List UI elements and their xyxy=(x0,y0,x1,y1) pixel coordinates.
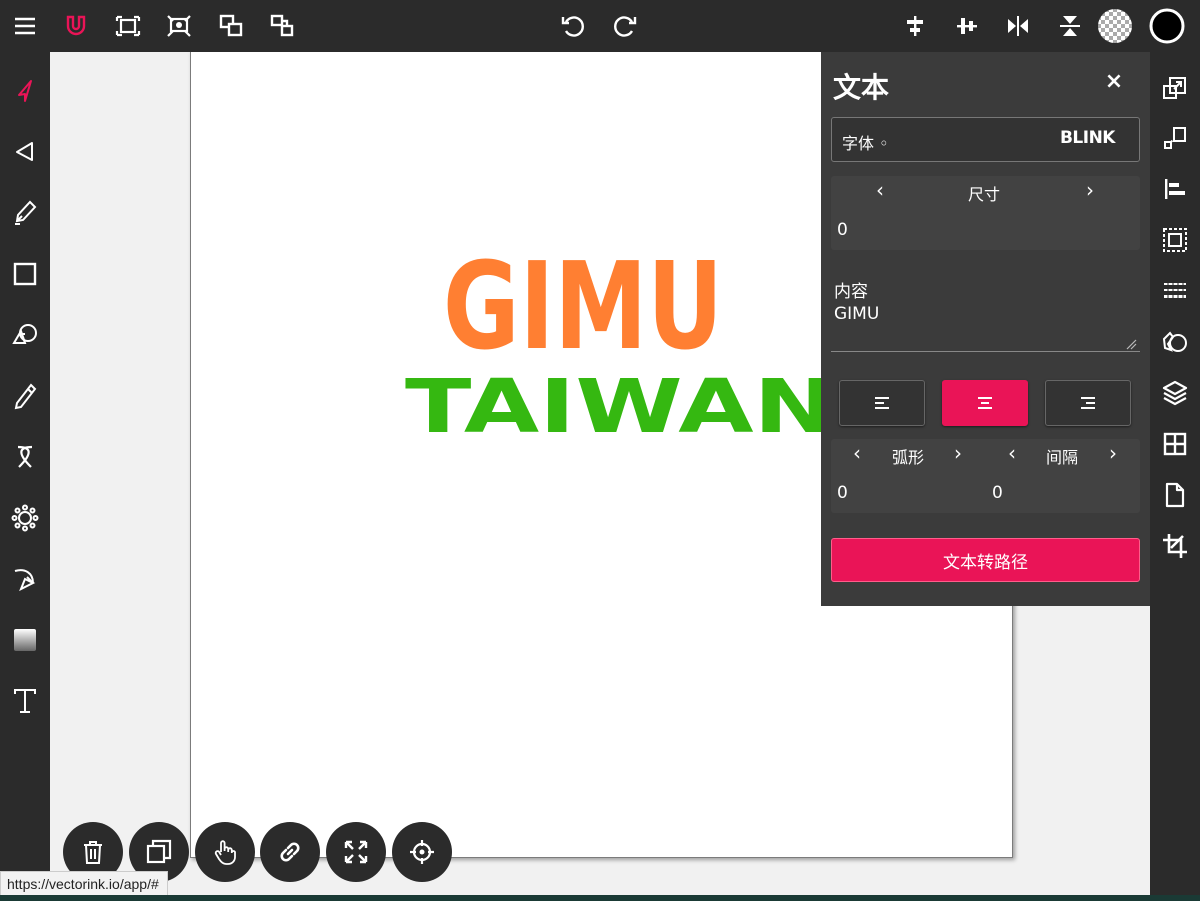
close-icon[interactable]: × xyxy=(1101,68,1127,94)
top-toolbar xyxy=(0,0,1200,52)
align-left-button[interactable] xyxy=(839,380,925,426)
trash-icon xyxy=(84,841,102,864)
size-value[interactable]: 0 xyxy=(837,220,848,240)
align-right-button[interactable] xyxy=(1045,380,1131,426)
pan-button[interactable] xyxy=(195,822,255,882)
hand-icon xyxy=(214,840,236,865)
target-icon xyxy=(410,840,434,864)
undo-icon[interactable] xyxy=(554,7,592,45)
transform-panel-icon[interactable] xyxy=(1157,120,1193,156)
stroke-color-icon[interactable] xyxy=(1148,7,1186,45)
arrange-icon[interactable] xyxy=(263,7,301,45)
arc-value[interactable]: 0 xyxy=(837,483,848,503)
fit-button[interactable] xyxy=(326,822,386,882)
flip-horizontal-icon[interactable] xyxy=(999,7,1037,45)
align-left-icon xyxy=(875,397,889,409)
effects-panel-icon[interactable] xyxy=(1157,324,1193,360)
bring-forward-icon[interactable] xyxy=(212,7,250,45)
spacing-label: 间隔 xyxy=(1046,448,1079,467)
zoom-fit-icon[interactable] xyxy=(160,7,198,45)
expand-icon xyxy=(344,840,368,864)
align-panel-icon[interactable] xyxy=(1157,171,1193,207)
font-label: 字体 ◦ xyxy=(842,134,889,153)
right-toolbar xyxy=(1150,52,1200,901)
grid-panel-icon[interactable] xyxy=(1157,426,1193,462)
rectangle-tool-icon[interactable] xyxy=(6,255,44,293)
shape-tool-icon[interactable] xyxy=(6,316,44,354)
font-value: BLINK xyxy=(1059,128,1116,148)
crop-panel-icon[interactable] xyxy=(1157,528,1193,564)
duplicate-panel-icon[interactable] xyxy=(1157,70,1193,106)
pencil-tool-icon[interactable] xyxy=(6,377,44,415)
text-tool-icon[interactable] xyxy=(6,682,44,720)
align-vertical-center-icon[interactable] xyxy=(948,7,986,45)
pattern-panel-icon[interactable] xyxy=(1157,273,1193,309)
taskbar-strip xyxy=(0,895,1200,901)
size-decrease-icon[interactable]: ‹ xyxy=(870,178,890,202)
direct-select-tool-icon[interactable] xyxy=(6,133,44,171)
size-label: 尺寸 xyxy=(968,185,1001,204)
arc-decrease-icon[interactable]: ‹ xyxy=(847,441,867,465)
left-toolbar xyxy=(0,52,50,901)
link-button[interactable] xyxy=(260,822,320,882)
magnet-icon[interactable] xyxy=(57,7,95,45)
transparent-fill-icon[interactable] xyxy=(1096,7,1134,45)
gradient-tool-icon[interactable] xyxy=(6,621,44,659)
link-icon xyxy=(280,842,300,862)
layers-panel-icon[interactable] xyxy=(1157,375,1193,411)
pen-tool-icon[interactable] xyxy=(6,194,44,232)
spacing-value[interactable]: 0 xyxy=(992,483,1003,503)
duplicate-icon xyxy=(146,839,172,864)
document-panel-icon[interactable] xyxy=(1157,477,1193,513)
fit-selection-icon[interactable] xyxy=(109,7,147,45)
align-right-icon xyxy=(1081,397,1095,409)
spacing-increase-icon[interactable]: › xyxy=(1103,441,1123,465)
align-horizontal-center-icon[interactable] xyxy=(896,7,934,45)
flip-vertical-icon[interactable] xyxy=(1051,7,1089,45)
center-button[interactable] xyxy=(392,822,452,882)
redo-icon[interactable] xyxy=(606,7,644,45)
select-tool-icon[interactable] xyxy=(6,72,44,110)
gear-tool-icon[interactable] xyxy=(6,499,44,537)
menu-icon[interactable] xyxy=(6,7,44,45)
canvas-text-gimu[interactable]: GIMU xyxy=(443,238,723,377)
content-textarea[interactable]: GIMU xyxy=(831,302,1140,352)
content-label: 内容 xyxy=(834,282,868,302)
spacing-decrease-icon[interactable]: ‹ xyxy=(1002,441,1022,465)
canvas-text-taiwan[interactable]: TAIWAN xyxy=(405,364,835,450)
selection-panel-icon[interactable] xyxy=(1157,222,1193,258)
resize-grip-icon[interactable] xyxy=(1125,338,1137,350)
brush-tool-icon[interactable] xyxy=(6,560,44,598)
arc-increase-icon[interactable]: › xyxy=(948,441,968,465)
font-select[interactable]: 字体 ◦ BLINK xyxy=(831,117,1140,162)
convert-to-path-button[interactable]: 文本转路径 xyxy=(831,538,1140,582)
status-url: https://vectorink.io/app/# xyxy=(0,871,168,897)
arc-spacing-steppers: ‹ 弧形 › 0 ‹ 间隔 › 0 xyxy=(831,439,1140,513)
text-panel: 文本 × 字体 ◦ BLINK ‹ 尺寸 › 0 内容 GIMU ‹ 弧形 › … xyxy=(821,52,1150,606)
size-increase-icon[interactable]: › xyxy=(1080,178,1100,202)
align-center-icon xyxy=(978,397,992,409)
arc-label: 弧形 xyxy=(892,448,925,467)
panel-title: 文本 xyxy=(833,71,890,104)
align-center-button[interactable] xyxy=(942,380,1028,426)
ribbon-tool-icon[interactable] xyxy=(6,438,44,476)
size-stepper: ‹ 尺寸 › 0 xyxy=(831,176,1140,250)
